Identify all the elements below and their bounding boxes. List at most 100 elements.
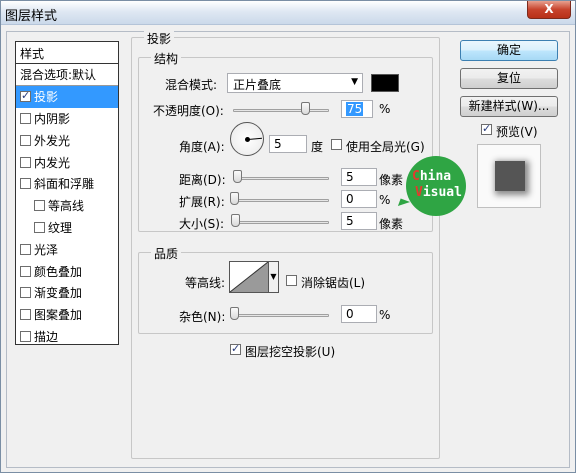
- style-item-checkbox[interactable]: [20, 178, 31, 190]
- spread-label: 扩展(R):: [179, 195, 225, 209]
- preview-label[interactable]: 预览(V): [496, 123, 538, 140]
- contour-label: 等高线:: [185, 276, 226, 290]
- style-item-label: 图案叠加: [34, 308, 83, 323]
- style-item[interactable]: 外发光: [16, 129, 118, 151]
- watermark-line2-text: isual: [422, 185, 462, 200]
- chevron-down-icon: ▼: [351, 77, 358, 87]
- preview-checkbox[interactable]: [481, 122, 492, 135]
- distance-input[interactable]: 5: [341, 168, 377, 186]
- knockout-checkbox[interactable]: [230, 342, 241, 355]
- window-title: 图层样式: [5, 9, 58, 24]
- drop-shadow-group-title: 投影: [144, 30, 175, 47]
- watermark-line1-text: hina: [419, 169, 452, 184]
- style-item-checkbox[interactable]: [20, 243, 31, 255]
- style-item[interactable]: 颜色叠加: [16, 260, 118, 282]
- style-item-label: 渐变叠加: [34, 286, 83, 301]
- title-bar[interactable]: 图层样式 X: [1, 1, 575, 25]
- styles-header[interactable]: 样式: [16, 42, 118, 64]
- style-item[interactable]: 等高线: [16, 195, 118, 217]
- style-item-checkbox[interactable]: [20, 112, 31, 124]
- style-item[interactable]: 内发光: [16, 151, 118, 173]
- quality-group: 品质 等高线: ▼ 消除锯齿(L) 杂色(N): 0 %: [138, 245, 433, 334]
- global-light-checkbox[interactable]: [331, 139, 342, 150]
- china-visual-watermark: China Visual: [406, 156, 466, 216]
- style-item[interactable]: 投影: [16, 85, 118, 108]
- style-item-label: 内发光: [34, 155, 71, 170]
- style-item-checkbox[interactable]: [20, 309, 31, 321]
- noise-slider[interactable]: [233, 314, 329, 317]
- spread-unit: %: [379, 193, 391, 207]
- style-item[interactable]: 图案叠加: [16, 304, 118, 326]
- style-item-label: 等高线: [48, 199, 85, 214]
- watermark-line1: China: [412, 169, 452, 184]
- angle-needle-icon: [247, 137, 262, 140]
- style-item-checkbox[interactable]: [20, 330, 31, 342]
- contour-dropdown[interactable]: ▼: [269, 261, 279, 293]
- noise-unit: %: [379, 308, 391, 322]
- opacity-label: 不透明度(O):: [153, 104, 224, 118]
- global-light-label[interactable]: 使用全局光(G): [346, 138, 425, 155]
- styles-list: 样式 混合选项:默认投影内阴影外发光内发光斜面和浮雕等高线纹理光泽颜色叠加渐变叠…: [15, 41, 119, 345]
- opacity-input[interactable]: 75: [341, 100, 373, 118]
- reset-button[interactable]: 复位: [460, 68, 558, 89]
- style-item-checkbox[interactable]: [34, 200, 45, 212]
- style-item-checkbox[interactable]: [20, 265, 31, 277]
- noise-slider-thumb[interactable]: [230, 307, 239, 320]
- ok-button[interactable]: 确定: [460, 40, 558, 61]
- blend-mode-select[interactable]: 正片叠底 ▼: [227, 73, 363, 93]
- style-item-label: 光泽: [34, 242, 59, 257]
- close-button[interactable]: X: [527, 1, 571, 19]
- style-item[interactable]: 内阴影: [16, 108, 118, 130]
- style-item-label: 投影: [34, 90, 59, 105]
- spread-slider-thumb[interactable]: [230, 192, 239, 205]
- style-item-checkbox[interactable]: [34, 221, 45, 233]
- size-unit: 像素: [379, 217, 404, 231]
- knockout-label[interactable]: 图层挖空投影(U): [245, 343, 335, 360]
- style-item[interactable]: 纹理: [16, 217, 118, 239]
- shadow-color-swatch[interactable]: [371, 74, 399, 92]
- noise-input[interactable]: 0: [341, 305, 377, 323]
- style-item-checkbox[interactable]: [20, 287, 31, 299]
- antialias-checkbox[interactable]: [286, 275, 297, 286]
- style-item[interactable]: 描边: [16, 326, 118, 348]
- spread-input[interactable]: 0: [341, 190, 377, 208]
- style-item-checkbox[interactable]: [20, 134, 31, 146]
- blend-mode-value: 正片叠底: [233, 78, 282, 92]
- layer-style-dialog: 图层样式 X 样式 混合选项:默认投影内阴影外发光内发光斜面和浮雕等高线纹理光泽…: [0, 0, 576, 473]
- style-item[interactable]: 光泽: [16, 238, 118, 260]
- style-item[interactable]: 渐变叠加: [16, 282, 118, 304]
- size-slider[interactable]: [233, 221, 329, 224]
- distance-slider[interactable]: [233, 177, 329, 180]
- angle-input[interactable]: 5: [269, 135, 307, 153]
- new-style-button[interactable]: 新建样式(W)...: [460, 96, 558, 117]
- angle-label: 角度(A):: [179, 140, 225, 154]
- antialias-label[interactable]: 消除锯齿(L): [301, 274, 365, 291]
- contour-picker[interactable]: [229, 261, 269, 293]
- style-item[interactable]: 混合选项:默认: [16, 64, 118, 86]
- noise-label: 杂色(N):: [179, 310, 226, 324]
- chevron-down-icon: ▼: [270, 272, 277, 281]
- style-item-label: 内阴影: [34, 111, 71, 126]
- style-item-label: 外发光: [34, 133, 71, 148]
- spread-slider[interactable]: [233, 199, 329, 202]
- style-item-label: 描边: [34, 329, 59, 344]
- opacity-unit: %: [379, 102, 391, 116]
- opacity-slider[interactable]: [233, 109, 329, 112]
- angle-dial[interactable]: [230, 122, 264, 156]
- preview-thumbnail: [477, 144, 541, 208]
- size-label: 大小(S):: [179, 217, 225, 231]
- style-item-checkbox[interactable]: [20, 156, 31, 168]
- style-item-label: 混合选项:默认: [20, 67, 97, 82]
- style-item[interactable]: 斜面和浮雕: [16, 173, 118, 195]
- size-slider-thumb[interactable]: [231, 214, 240, 227]
- linear-contour-icon: [229, 261, 269, 293]
- drop-shadow-group: 投影 结构 混合模式: 正片叠底 ▼ 不透明度(O): 75 % 角度(A):: [131, 30, 440, 459]
- opacity-slider-thumb[interactable]: [301, 102, 310, 115]
- size-input[interactable]: 5: [341, 212, 377, 230]
- style-item-checkbox[interactable]: [20, 89, 31, 103]
- distance-slider-thumb[interactable]: [233, 170, 242, 183]
- blend-mode-label: 混合模式:: [165, 78, 218, 92]
- style-item-label: 斜面和浮雕: [34, 177, 95, 192]
- structure-group-title: 结构: [151, 50, 182, 67]
- dialog-body: 样式 混合选项:默认投影内阴影外发光内发光斜面和浮雕等高线纹理光泽颜色叠加渐变叠…: [6, 30, 570, 468]
